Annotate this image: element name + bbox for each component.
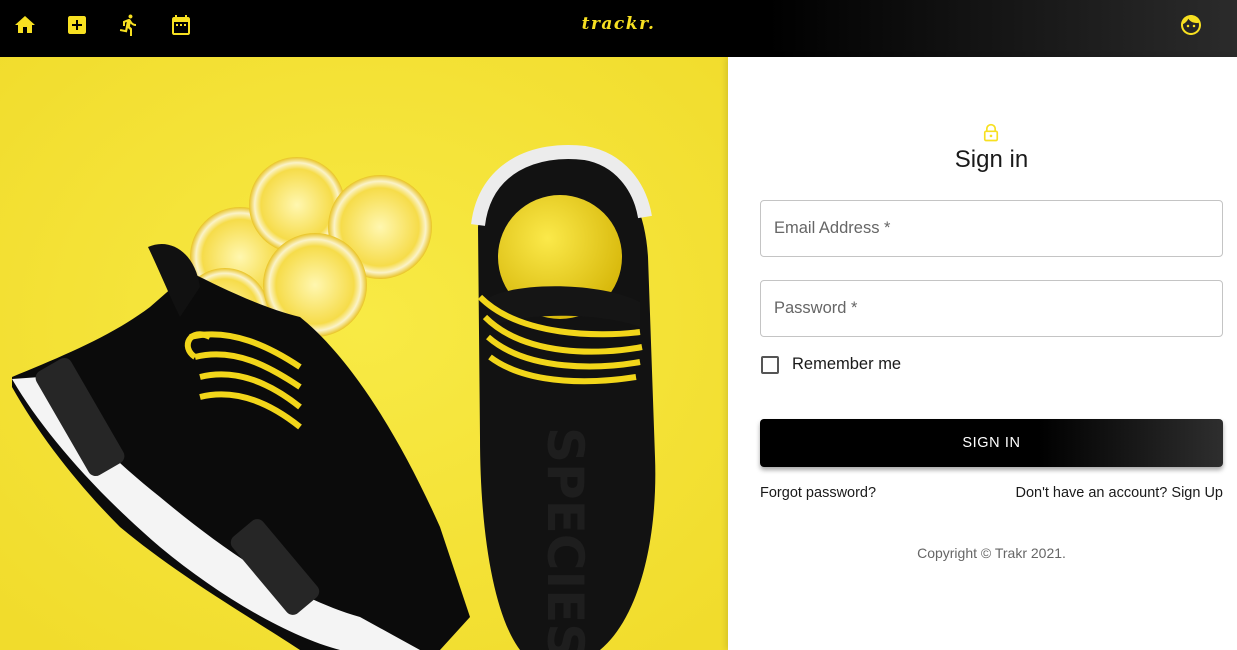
page-title: Sign in <box>954 146 1029 173</box>
remember-checkbox[interactable] <box>761 355 779 374</box>
home-icon[interactable] <box>11 11 39 39</box>
app-bar: trackr. <box>0 0 1237 57</box>
forgot-password-link[interactable]: Forgot password? <box>760 485 876 501</box>
signin-panel: Sign in Email Address * Password * Remem… <box>728 57 1237 650</box>
hero-image: SPECIES <box>0 57 728 650</box>
password-field[interactable]: Password * <box>760 280 1223 337</box>
remember-me[interactable]: Remember me <box>760 355 901 374</box>
sign-in-button[interactable]: SIGN IN <box>760 419 1223 467</box>
calendar-icon[interactable] <box>167 11 195 39</box>
email-field[interactable]: Email Address * <box>760 200 1223 257</box>
sign-up-link[interactable]: Don't have an account? Sign Up <box>1015 485 1223 501</box>
copyright: Copyright © Trakr 2021. <box>917 545 1066 561</box>
shoe-text: SPECIES <box>536 427 594 650</box>
face-icon[interactable] <box>1177 11 1205 39</box>
lock-icon <box>983 123 999 142</box>
email-input[interactable] <box>761 201 1222 256</box>
sneakers-illustration: SPECIES <box>0 57 728 650</box>
add-box-icon[interactable] <box>63 11 91 39</box>
brand-logo[interactable]: trackr. <box>582 14 656 34</box>
remember-label: Remember me <box>792 355 902 373</box>
password-input[interactable] <box>761 281 1222 336</box>
right-sneaker: SPECIES <box>471 145 656 650</box>
running-icon[interactable] <box>115 11 143 39</box>
